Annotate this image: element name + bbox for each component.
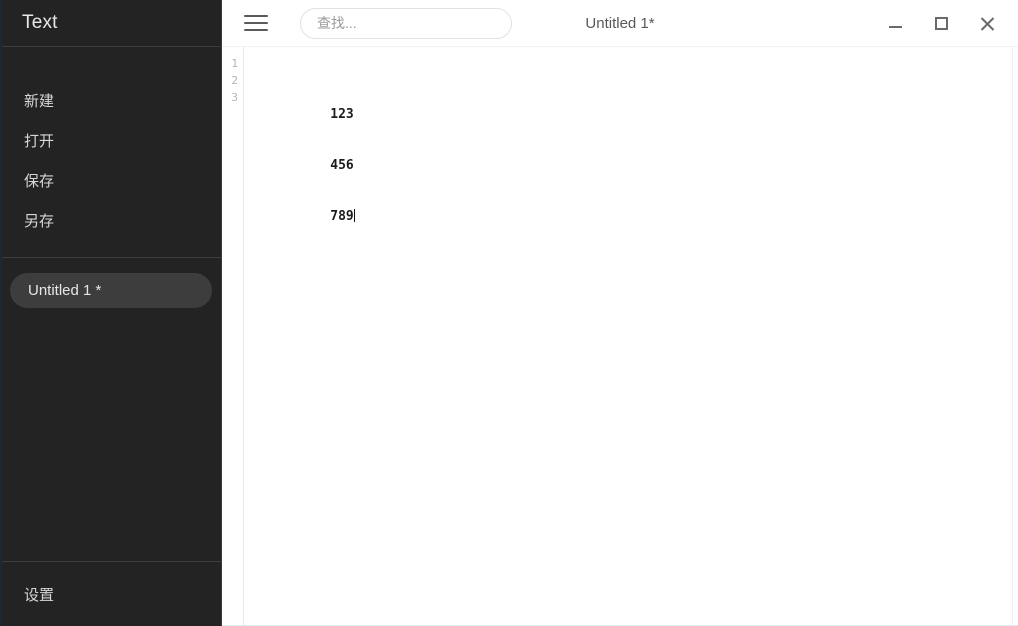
maximize-icon bbox=[934, 17, 948, 30]
menu-item-label: 保存 bbox=[24, 172, 55, 190]
sidebar: Text 新建 打开 保存 另存 Untitled 1 * 设置 bbox=[0, 0, 222, 626]
application-window: Text 新建 打开 保存 另存 Untitled 1 * 设置 查找... U… bbox=[0, 0, 1018, 626]
code-line-text: 456 bbox=[330, 158, 354, 173]
window-controls bbox=[872, 0, 1010, 47]
text-editor[interactable]: 1 2 3 123 456 789 bbox=[222, 47, 1018, 625]
minimize-button[interactable] bbox=[872, 0, 918, 47]
line-number: 2 bbox=[231, 74, 238, 87]
sidebar-menu: 新建 打开 保存 另存 bbox=[0, 47, 221, 258]
menu-item-save[interactable]: 保存 bbox=[0, 160, 221, 200]
main-area: Untitled 1* 1 2 3 1 2 bbox=[222, 0, 1018, 626]
search-input[interactable] bbox=[317, 15, 495, 31]
search-box[interactable] bbox=[300, 7, 512, 39]
close-button[interactable] bbox=[964, 0, 1010, 47]
text-cursor bbox=[353, 209, 355, 222]
hamburger-bar bbox=[244, 15, 268, 17]
sidebar-tab-untitled-1[interactable]: Untitled 1 * bbox=[10, 273, 212, 308]
line-number-gutter: 1 2 3 bbox=[222, 47, 244, 625]
hamburger-icon[interactable] bbox=[244, 13, 270, 33]
menu-item-label: 新建 bbox=[24, 92, 55, 110]
sidebar-item-settings[interactable]: 设置 bbox=[24, 584, 54, 605]
code-line: 789 bbox=[252, 191, 1018, 224]
hamburger-bar bbox=[244, 29, 268, 31]
maximize-button[interactable] bbox=[918, 0, 964, 47]
menu-item-label: 打开 bbox=[24, 132, 55, 150]
line-number: 1 bbox=[231, 57, 238, 70]
minimize-icon bbox=[888, 26, 902, 28]
sidebar-tab-label: Untitled 1 * bbox=[28, 282, 102, 299]
menu-item-label: 另存 bbox=[24, 212, 55, 230]
editor-right-rule bbox=[1012, 47, 1013, 625]
code-line-text: 123 bbox=[330, 107, 354, 122]
app-title: Text bbox=[22, 12, 58, 33]
sidebar-header: Text bbox=[0, 0, 221, 47]
code-text-area[interactable]: 123 456 789 bbox=[244, 47, 1018, 625]
hamburger-bar bbox=[244, 22, 268, 24]
sidebar-footer: 设置 bbox=[0, 562, 221, 626]
menu-item-new[interactable]: 新建 bbox=[0, 80, 221, 120]
top-toolbar: Untitled 1* bbox=[222, 0, 1018, 47]
code-line-text: 789 bbox=[330, 209, 354, 224]
sidebar-tab-list: Untitled 1 * bbox=[0, 258, 221, 562]
menu-item-open[interactable]: 打开 bbox=[0, 120, 221, 160]
code-line: 456 bbox=[252, 140, 1018, 173]
menu-item-save-as[interactable]: 另存 bbox=[0, 200, 221, 240]
line-number: 3 bbox=[231, 91, 238, 104]
close-icon bbox=[979, 16, 995, 32]
code-line: 123 bbox=[252, 89, 1018, 122]
